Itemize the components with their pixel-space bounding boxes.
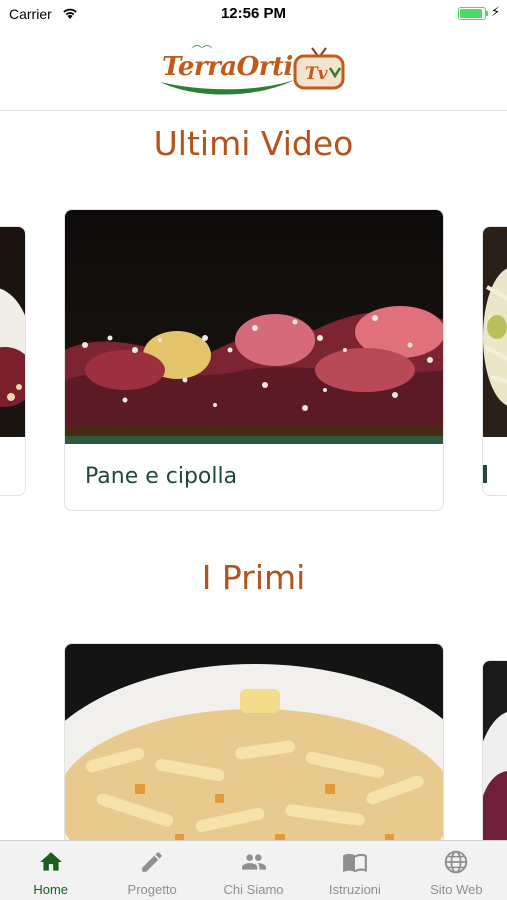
section-title-ultimi-video: Ultimi Video <box>153 124 354 163</box>
book-icon <box>343 853 367 873</box>
tab-label: Progetto <box>127 882 177 897</box>
recipe-card[interactable] <box>64 643 444 873</box>
tab-bar: Home Progetto Chi Siamo Istruzioni Sito … <box>0 840 507 900</box>
tab-istruzioni[interactable]: Istruzioni <box>304 841 405 900</box>
recipe-thumbnail <box>65 644 443 872</box>
clock: 12:56 PM <box>220 5 287 22</box>
tv-icon: Tv <box>293 47 345 90</box>
video-card-previous[interactable] <box>0 226 26 496</box>
recipe-card-next[interactable] <box>482 660 507 860</box>
logo-tv-text: Tv <box>305 64 329 84</box>
home-icon <box>39 852 62 871</box>
tab-label: Home <box>33 882 69 897</box>
tab-label: Istruzioni <box>328 882 381 897</box>
tab-label: Chi Siamo <box>223 882 284 897</box>
tab-chi-siamo[interactable]: Chi Siamo <box>203 841 304 900</box>
pencil-icon <box>142 852 162 872</box>
video-card-next[interactable] <box>482 226 507 496</box>
app-header: ⌒⌒ TerraOrti Tv <box>0 28 507 111</box>
charging-icon: ⚡ <box>491 5 501 20</box>
tab-sito-web[interactable]: Sito Web <box>406 841 507 900</box>
tab-label: Sito Web <box>430 882 483 897</box>
video-thumbnail <box>0 227 25 437</box>
video-thumbnail <box>65 210 443 444</box>
battery-icon <box>458 7 486 20</box>
video-card[interactable]: Pane e cipolla <box>64 209 444 511</box>
logo-swoosh <box>160 80 294 95</box>
video-thumbnail <box>483 227 507 437</box>
section-title-i-primi: I Primi <box>201 558 306 597</box>
video-card-title: Pane e cipolla <box>85 464 238 489</box>
card-divider <box>483 465 487 483</box>
globe-icon <box>445 850 468 874</box>
tab-progetto[interactable]: Progetto <box>101 841 202 900</box>
tab-home[interactable]: Home <box>0 841 101 900</box>
status-bar: Carrier 12:56 PM ⚡ <box>0 0 507 28</box>
people-icon <box>241 854 266 870</box>
app-logo[interactable]: ⌒⌒ TerraOrti Tv <box>158 38 350 100</box>
recipe-thumbnail <box>483 661 507 859</box>
battery-tip <box>486 11 488 16</box>
